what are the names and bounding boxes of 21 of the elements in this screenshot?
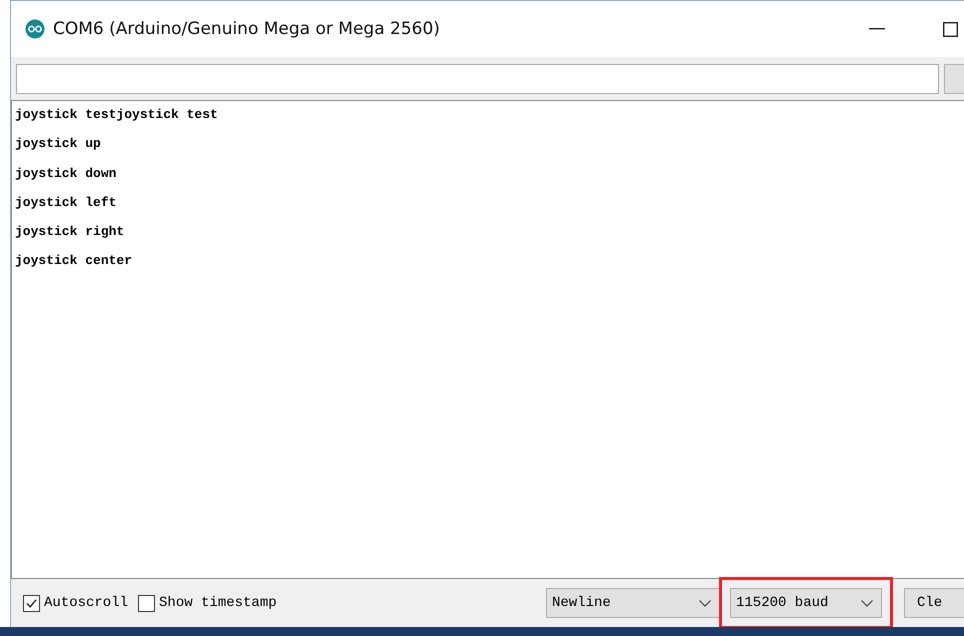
checkbox[interactable] xyxy=(138,594,156,612)
line-ending-dropdown[interactable]: Newline xyxy=(546,588,720,618)
app-logo-icon xyxy=(25,19,45,39)
output-line: joystick right xyxy=(15,223,126,242)
output-line: joystick up xyxy=(15,135,102,154)
caret-icon xyxy=(699,600,711,606)
window-title: COM6 (Arduino/Genuino Mega or Mega 2560) xyxy=(53,19,440,39)
output-line: joystick center xyxy=(15,252,134,270)
baud-dropdown[interactable]: 115200 baud xyxy=(730,588,882,618)
minimize-icon[interactable] xyxy=(869,28,885,30)
maximize-icon[interactable] xyxy=(943,22,958,36)
timestamp-label: Show timestamp xyxy=(159,595,277,611)
checkbox[interactable] xyxy=(23,594,40,612)
autoscroll-label: Autoscroll xyxy=(44,595,128,611)
output-line: joystick testjoystick test xyxy=(15,106,219,124)
input-field[interactable] xyxy=(16,64,940,94)
output-line: joystick down xyxy=(15,164,118,183)
checkmark-icon xyxy=(25,596,38,610)
output-line: joystick left xyxy=(15,194,118,212)
caret-icon xyxy=(861,600,873,606)
clear-button[interactable]: Cle xyxy=(904,588,964,618)
